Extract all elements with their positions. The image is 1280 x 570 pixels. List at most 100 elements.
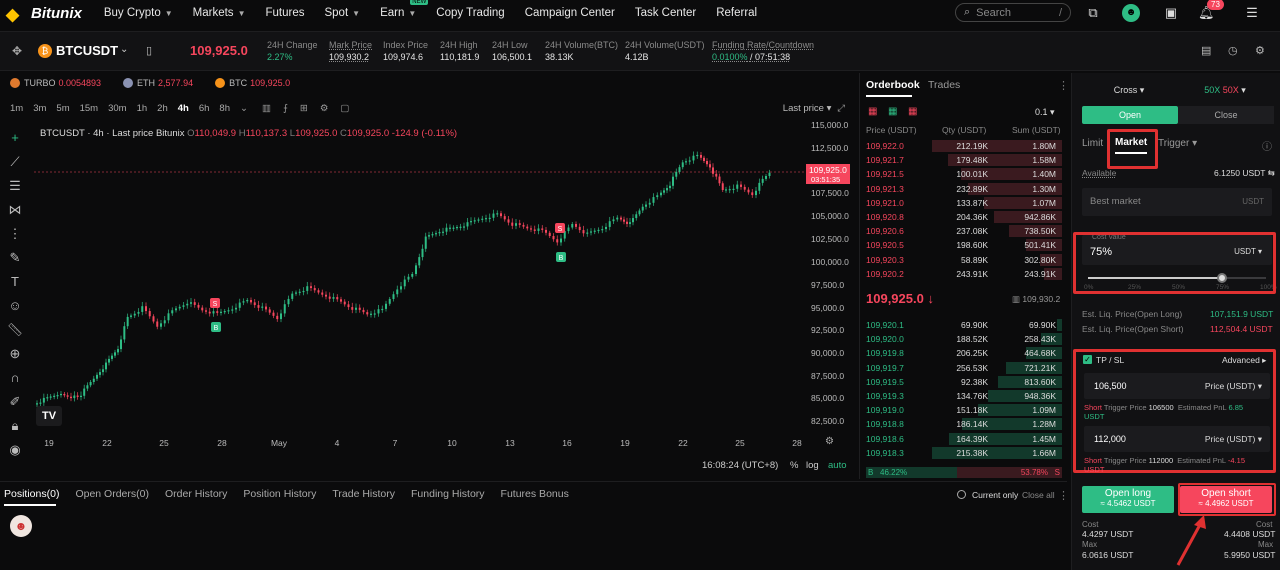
candle-body	[306, 286, 309, 291]
bid-row[interactable]: 109,920.0 188.52K 258.43K	[866, 332, 1062, 346]
leverage-select[interactable]: 50X 50X ▾	[1178, 81, 1272, 99]
stat-label: 24H Change	[267, 40, 318, 50]
tpsl-checkbox[interactable]: ✓	[1083, 355, 1092, 364]
bid-row[interactable]: 109,918.3 215.38K 1.66M	[866, 446, 1062, 460]
nav-item-buy-crypto[interactable]: Buy Crypto ▼	[104, 7, 173, 19]
ask-row[interactable]: 109,922.0 212.19K 1.80M	[866, 139, 1062, 153]
bid-row[interactable]: 109,920.1 69.90K 69.90K	[866, 318, 1062, 332]
ask-row[interactable]: 109,921.7 179.48K 1.58M	[866, 153, 1062, 167]
nav-item-label: Futures	[265, 7, 305, 19]
tab-trades[interactable]: Trades	[928, 79, 960, 91]
nav-item-markets[interactable]: Markets ▼	[193, 7, 246, 19]
help-icon[interactable]: ⓘ	[1262, 138, 1272, 153]
chart-area[interactable]: 1m 3m 5m 15m 30m 1h 2h 4h 6h 8h ⌄ ▥ ⨍ ⊞ ⚙ ▢ Last …	[0, 96, 855, 479]
tab-futures-bonus[interactable]: Futures Bonus	[501, 488, 569, 500]
tab-positions[interactable]: Positions(0)	[4, 488, 59, 500]
calculator-icon[interactable]: ▤	[1201, 44, 1211, 57]
view-bids-icon[interactable]: ▦	[888, 106, 897, 117]
order-type-limit[interactable]: Limit	[1082, 138, 1103, 149]
tab-trade-history[interactable]: Trade History	[332, 488, 395, 500]
tab-funding-history[interactable]: Funding History	[411, 488, 485, 500]
ask-row[interactable]: 109,920.2 243.91K 243.91K	[866, 267, 1062, 281]
candle-body	[656, 195, 659, 198]
candle-body	[648, 202, 651, 205]
advanced-link[interactable]: Advanced ▸	[1222, 355, 1266, 366]
nav-item-referral[interactable]: Referral	[716, 7, 757, 19]
symbol-name[interactable]: BTCUSDT	[56, 43, 118, 58]
nav-item-futures[interactable]: Futures	[265, 7, 304, 19]
bottom-more-icon[interactable]: ⋮	[1058, 489, 1069, 502]
tab-position-history[interactable]: Position History	[243, 488, 316, 500]
favorite-eth[interactable]: ETH 2,577.94	[123, 78, 193, 88]
log-toggle[interactable]: log	[806, 460, 819, 471]
sl-input[interactable]: 112,000 Price (USDT) ▾	[1084, 426, 1270, 452]
bid-row[interactable]: 109,918.6 164.39K 1.45M	[866, 432, 1062, 446]
menu-icon[interactable]: ☰	[1244, 5, 1260, 21]
row-sum: 1.30M	[1032, 183, 1056, 194]
ask-row[interactable]: 109,921.0 133.87K 1.07M	[866, 196, 1062, 210]
tradingview-logo: TV	[36, 406, 62, 426]
ask-row[interactable]: 109,920.3 58.89K 302.80K	[866, 253, 1062, 267]
candle-body	[608, 221, 611, 227]
percent-toggle[interactable]: %	[790, 460, 798, 471]
stat-value: 0.0100%	[712, 52, 748, 62]
candle-body	[626, 221, 628, 224]
current-only-radio[interactable]	[957, 490, 966, 499]
nav-item-task-center[interactable]: Task Center	[635, 7, 696, 19]
view-both-icon[interactable]: ▦	[868, 106, 877, 117]
favorite-btc[interactable]: BTC 109,925.0	[215, 78, 290, 88]
candle-body	[276, 315, 279, 320]
tp-input[interactable]: 106,500 Price (USDT) ▾	[1084, 373, 1270, 399]
close-tab[interactable]: Close	[1178, 106, 1274, 124]
candle-body	[117, 349, 119, 353]
row-price: 109,920.6	[866, 226, 904, 237]
download-icon[interactable]: ⧉	[1085, 5, 1101, 21]
goto-date-icon[interactable]: ⚙	[825, 436, 834, 447]
tab-open-orders[interactable]: Open Orders(0)	[75, 488, 149, 500]
nav-item-campaign-center[interactable]: Campaign Center	[525, 7, 615, 19]
symbol-dropdown-icon[interactable]: ⌄	[120, 44, 128, 55]
nav-item-spot[interactable]: Spot ▼	[324, 7, 360, 19]
bid-row[interactable]: 109,918.8 186.14K 1.28M	[866, 417, 1062, 431]
nav-item-copy-trading[interactable]: Copy Trading	[436, 7, 504, 19]
support-avatar[interactable]: ☻	[10, 515, 32, 537]
close-all-button[interactable]: Close all	[1022, 490, 1055, 500]
nav-item-earn[interactable]: Earn ▼ NEW	[380, 0, 429, 19]
bid-row[interactable]: 109,919.0 151.18K 1.09M	[866, 403, 1062, 417]
row-price: 109,920.0	[866, 334, 904, 345]
ask-row[interactable]: 109,920.5 198.60K 501.41K	[866, 238, 1062, 252]
ask-row[interactable]: 109,920.8 204.36K 942.86K	[866, 210, 1062, 224]
move-icon[interactable]: ✥	[12, 44, 22, 58]
info-icon[interactable]: ▯	[146, 44, 152, 57]
favorite-turbo[interactable]: TURBO 0.0054893	[10, 78, 101, 88]
bid-row[interactable]: 109,919.8 206.25K 464.68K	[866, 346, 1062, 360]
liq-long-label: Est. Liq. Price(Open Long)	[1082, 309, 1183, 319]
candlestick-chart[interactable]: 115,000.0 112,500.0 107,500.0 105,000.0 102,…	[0, 96, 855, 479]
open-tab[interactable]: Open	[1082, 106, 1178, 124]
ask-row[interactable]: 109,921.5 100.01K 1.40M	[866, 167, 1062, 181]
bid-row[interactable]: 109,919.5 92.38K 813.60K	[866, 375, 1062, 389]
tab-orderbook[interactable]: Orderbook	[866, 79, 920, 91]
precision-select[interactable]: 0.1 ▾	[1035, 107, 1055, 118]
tab-order-history[interactable]: Order History	[165, 488, 227, 500]
ask-row[interactable]: 109,920.6 237.08K 738.50K	[866, 224, 1062, 238]
timer-icon[interactable]: ◷	[1228, 44, 1238, 57]
bid-row[interactable]: 109,919.7 256.53K 721.21K	[866, 361, 1062, 375]
settings-icon[interactable]: ⚙	[1255, 44, 1265, 57]
open-long-button[interactable]: Open long ≈ 4.5462 USDT	[1082, 486, 1174, 513]
bid-row[interactable]: 109,919.3 134.76K 948.36K	[866, 389, 1062, 403]
avatar[interactable]: ☻	[1122, 4, 1140, 22]
candle-body	[396, 289, 399, 295]
order-type-trigger[interactable]: Trigger ▾	[1158, 138, 1197, 149]
auto-toggle[interactable]: auto	[828, 460, 847, 471]
orderbook-more-icon[interactable]: ⋮	[1058, 79, 1069, 92]
best-market-field[interactable]: Best market USDT	[1082, 188, 1272, 216]
candle-body	[515, 223, 517, 226]
turbo-icon	[10, 78, 20, 88]
search-box[interactable]: ⌕ Search /	[955, 3, 1071, 22]
wallet-icon[interactable]: ▣	[1163, 5, 1179, 21]
margin-mode-select[interactable]: Cross ▾	[1082, 81, 1176, 99]
view-asks-icon[interactable]: ▦	[908, 106, 917, 117]
ask-row[interactable]: 109,921.3 232.89K 1.30M	[866, 182, 1062, 196]
brand-logo[interactable]: ◆ Bitunix	[6, 5, 82, 25]
